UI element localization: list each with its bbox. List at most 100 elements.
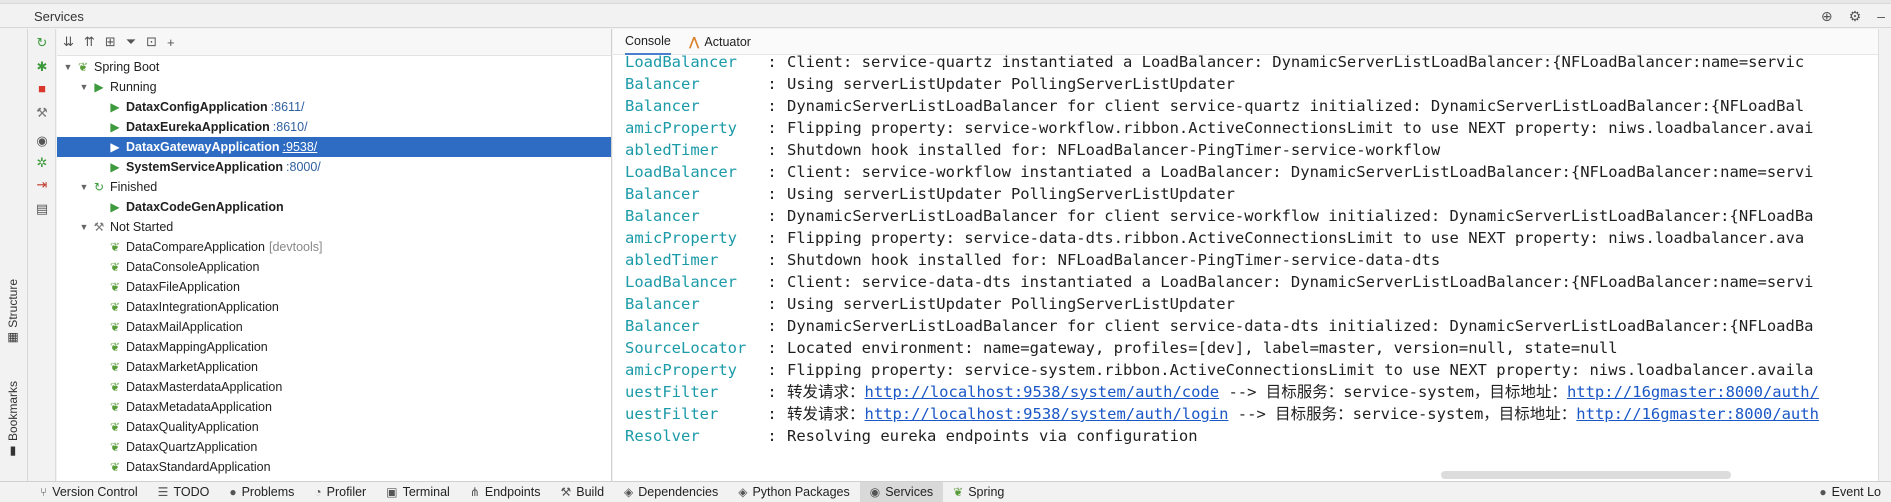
log-message: Using serverListUpdater PollingServerLis… (787, 75, 1235, 93)
tree-node-not-started[interactable]: ▼ ⚒ Not Started (57, 217, 611, 237)
group-icon[interactable]: ⊞ (105, 34, 116, 50)
port-link[interactable]: :8611/ (271, 100, 305, 114)
tree-node-system-app[interactable]: ▶ SystemServiceApplication :8000/ (57, 157, 611, 177)
tab-services[interactable]: ◉ Services (859, 481, 944, 502)
log-message: DynamicServerListLoadBalancer for client… (787, 207, 1814, 225)
tab-python-packages[interactable]: ◈ Python Packages (728, 482, 860, 502)
tree-node-app[interactable]: ❦ DataCompareApplication [devtools] (57, 237, 611, 257)
request-url-link[interactable]: http://localhost:9538/system/auth/code (865, 383, 1220, 401)
chevron-down-icon[interactable]: ▼ (77, 82, 91, 92)
collapse-all-icon[interactable]: ⇈ (84, 34, 95, 50)
spring-boot-icon: ❦ (109, 300, 121, 314)
gear-icon[interactable]: ⚙ (1849, 8, 1862, 25)
tree-node-app[interactable]: ❦ DataxMailApplication (57, 317, 611, 337)
tree-node-spring-boot[interactable]: ▼ ❦ Spring Boot (57, 57, 611, 77)
expand-all-icon[interactable]: ⇊ (63, 34, 74, 50)
bookmarks-tab[interactable]: ▮ Bookmarks (6, 381, 20, 459)
tab-endpoints[interactable]: ⋔ Endpoints (460, 482, 551, 502)
spring-icon: ❦ (953, 484, 964, 499)
wrench-icon[interactable]: ⚒ (34, 105, 50, 121)
tree-node-app[interactable]: ❦ DataxMarketApplication (57, 357, 611, 377)
add-icon[interactable]: + (167, 35, 175, 50)
tree-node-app[interactable]: ❦ DataConsoleApplication (57, 257, 611, 277)
logger-name: Balancer (625, 207, 700, 225)
tab-actuator[interactable]: ⋀ Actuator (689, 34, 751, 50)
tree-node-app[interactable]: ❦ DataxIntegrationApplication (57, 297, 611, 317)
console-horizontal-scrollbar[interactable] (1441, 471, 1731, 479)
tab-problems[interactable]: ● Problems (219, 482, 304, 502)
packages-icon: ◈ (738, 484, 748, 499)
logger-name: amicProperty (625, 361, 737, 379)
structure-tab[interactable]: ▦ Structure (6, 279, 20, 346)
log-message: Client: service-quartz instantiated a Lo… (787, 53, 1805, 71)
chevron-down-icon[interactable]: ▼ (77, 222, 91, 232)
tree-node-gateway-app[interactable]: ▶ DataxGatewayApplication :9538/ (57, 137, 611, 157)
chevron-down-icon[interactable]: ▼ (77, 182, 91, 192)
rerun-icon[interactable]: ↻ (34, 35, 50, 51)
globe-icon[interactable]: ⊕ (1821, 8, 1833, 25)
bug-icon[interactable]: ✲ (34, 155, 50, 171)
tab-label: Problems (241, 484, 295, 499)
port-link[interactable]: :8000/ (286, 160, 321, 174)
logger-name: amicProperty (625, 119, 737, 137)
logger-name: abledTimer (625, 251, 719, 269)
tab-dependencies[interactable]: ◈ Dependencies (614, 482, 728, 502)
layout-icon[interactable]: ▤ (34, 201, 50, 217)
spring-boot-icon: ❦ (109, 280, 121, 294)
tab-build[interactable]: ⚒ Build (550, 482, 614, 502)
logger-name: uestFilter (625, 405, 719, 423)
tree-node-app[interactable]: ❦ DataxStandardApplication (57, 457, 611, 477)
separator: : (767, 75, 777, 93)
stop-icon[interactable]: ■ (34, 81, 50, 97)
target-url-link[interactable]: http://16gmaster:8000/auth/ (1567, 383, 1819, 401)
tab-spring[interactable]: ❦ Spring (943, 482, 1014, 502)
tree-node-app[interactable]: ❦ DataxMappingApplication (57, 337, 611, 357)
services-toolbar: ↻ ✱ ■ ⚒ ◉ ✲ ⇥ ▤ (29, 29, 56, 481)
log-message: Flipping property: service-data-dts.ribb… (787, 229, 1805, 247)
debug-icon[interactable]: ✱ (34, 59, 50, 75)
logger-name: Balancer (625, 317, 700, 335)
tree-toolbar: ⇊ ⇈ ⊞ ⏷ ⊡ + (57, 29, 611, 56)
logger-name: LoadBalancer (625, 53, 737, 71)
camera-icon[interactable]: ◉ (34, 133, 50, 149)
tree-node-config-app[interactable]: ▶ DataxConfigApplication :8611/ (57, 97, 611, 117)
tree-node-app[interactable]: ❦ DataxQuartzApplication (57, 437, 611, 457)
filter-icon[interactable]: ⏷ (126, 34, 136, 50)
tab-event-log[interactable]: ● Event Lo (1809, 482, 1891, 502)
services-icon: ◉ (869, 484, 881, 499)
separator: : (767, 383, 777, 401)
separator: : (767, 405, 777, 423)
tree-node-finished[interactable]: ▼ ↻ Finished (57, 177, 611, 197)
target-url-link[interactable]: http://16gmaster:8000/auth (1576, 405, 1819, 423)
exit-icon[interactable]: ⇥ (34, 177, 50, 193)
log-line: abledTimer: Shutdown hook installed for: … (625, 139, 1891, 161)
log-line: Balancer: DynamicServerListLoadBalancer f… (625, 205, 1891, 227)
tree-node-app[interactable]: ❦ DataxQualityApplication (57, 417, 611, 437)
tree-node-app[interactable]: ❦ DataxFileApplication (57, 277, 611, 297)
list-icon: ☰ (157, 484, 169, 499)
dependencies-icon: ◈ (624, 484, 634, 499)
log-line: LoadBalancer: Client: service-workflow in… (625, 161, 1891, 183)
logger-name: uestFilter (625, 383, 719, 401)
log-message: Client: service-data-dts instantiated a … (787, 273, 1814, 291)
tree-node-eureka-app[interactable]: ▶ DataxEurekaApplication :8610/ (57, 117, 611, 137)
chevron-down-icon[interactable]: ▼ (61, 62, 75, 72)
problems-icon: ● (229, 484, 237, 499)
node-label: DataxIntegrationApplication (126, 300, 279, 314)
tree-node-running[interactable]: ▼ ▶ Running (57, 77, 611, 97)
tree-node-codegen-app[interactable]: ▶ DataxCodeGenApplication (57, 197, 611, 217)
node-label: Finished (110, 180, 158, 194)
tree-node-app[interactable]: ❦ DataxMetadataApplication (57, 397, 611, 417)
tab-profiler[interactable]: ◔ Profiler (304, 482, 376, 502)
new-tab-icon[interactable]: ⊡ (146, 34, 157, 50)
port-link[interactable]: :8610/ (273, 120, 308, 134)
minimize-icon[interactable]: – (1877, 8, 1885, 25)
tree-node-app[interactable]: ❦ DataxMasterdataApplication (57, 377, 611, 397)
bottom-tool-bar: ⑂ Version Control ☰ TODO ● Problems ◔ Profil… (0, 481, 1891, 502)
port-link[interactable]: :9538/ (283, 140, 318, 154)
tab-terminal[interactable]: ▣ Terminal (376, 482, 460, 502)
tab-version-control[interactable]: ⑂ Version Control (0, 482, 148, 502)
request-url-link[interactable]: http://localhost:9538/system/auth/login (865, 405, 1229, 423)
tab-todo[interactable]: ☰ TODO (148, 482, 220, 502)
node-label: DataCompareApplication (126, 240, 265, 254)
